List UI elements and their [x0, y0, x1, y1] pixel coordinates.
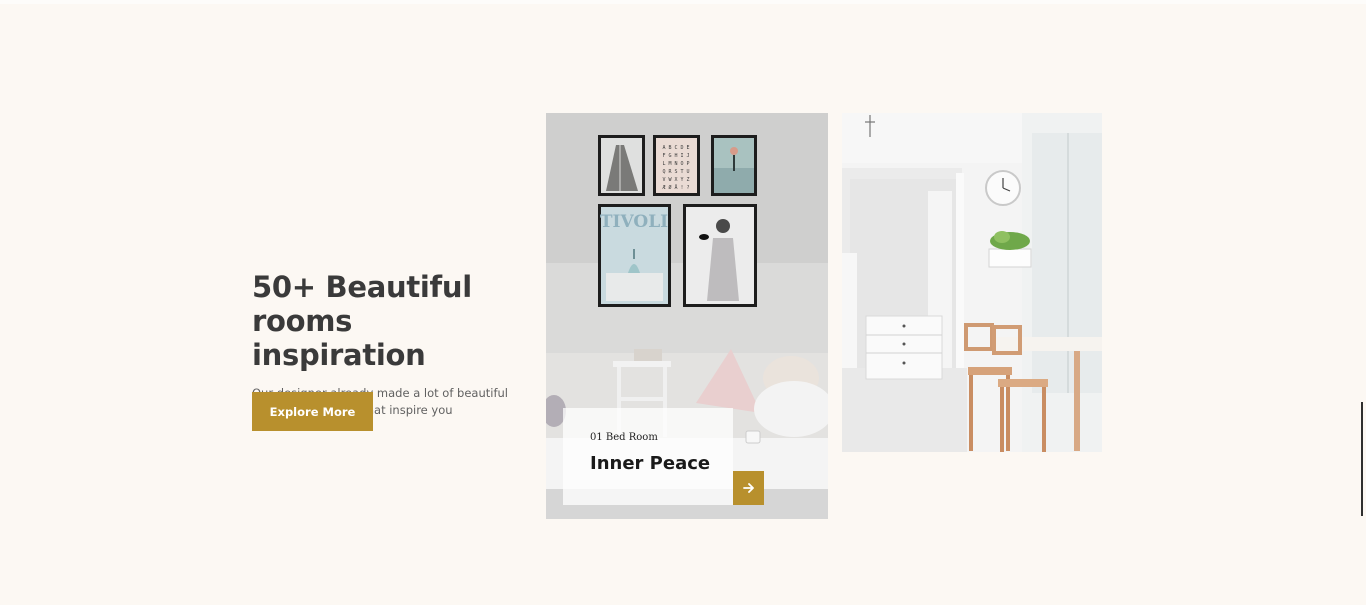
- room-next-button[interactable]: [733, 471, 764, 505]
- svg-text:F G H I J: F G H I J: [662, 153, 689, 159]
- featured-room-card[interactable]: A B C D E F G H I J L M N O P Q R S T U …: [546, 113, 828, 519]
- hero-section: 50+ Beautiful rooms inspiration Our desi…: [252, 270, 542, 431]
- svg-text:Æ Ø Å ! ?: Æ Ø Å ! ?: [662, 184, 689, 191]
- room-category-label: 01 Bed Room: [590, 432, 658, 443]
- svg-text:A B C D E: A B C D E: [662, 145, 689, 151]
- arrow-right-icon: [742, 483, 754, 493]
- tivoli-poster-text: TIVOLI: [600, 212, 668, 232]
- dining-room-photo[interactable]: [842, 113, 1102, 452]
- hero-headline: 50+ Beautiful rooms inspiration: [252, 270, 472, 372]
- svg-text:L M N O P: L M N O P: [662, 161, 689, 167]
- top-edge: [0, 0, 1366, 4]
- svg-text:Q R S T U: Q R S T U: [662, 169, 689, 175]
- room-info-panel: 01 Bed Room Inner Peace: [563, 408, 733, 505]
- page-scrollbar[interactable]: [1361, 402, 1363, 516]
- explore-more-button[interactable]: Explore More: [252, 392, 373, 431]
- room-title: Inner Peace: [590, 453, 711, 474]
- svg-text:V W X Y Z: V W X Y Z: [662, 177, 689, 183]
